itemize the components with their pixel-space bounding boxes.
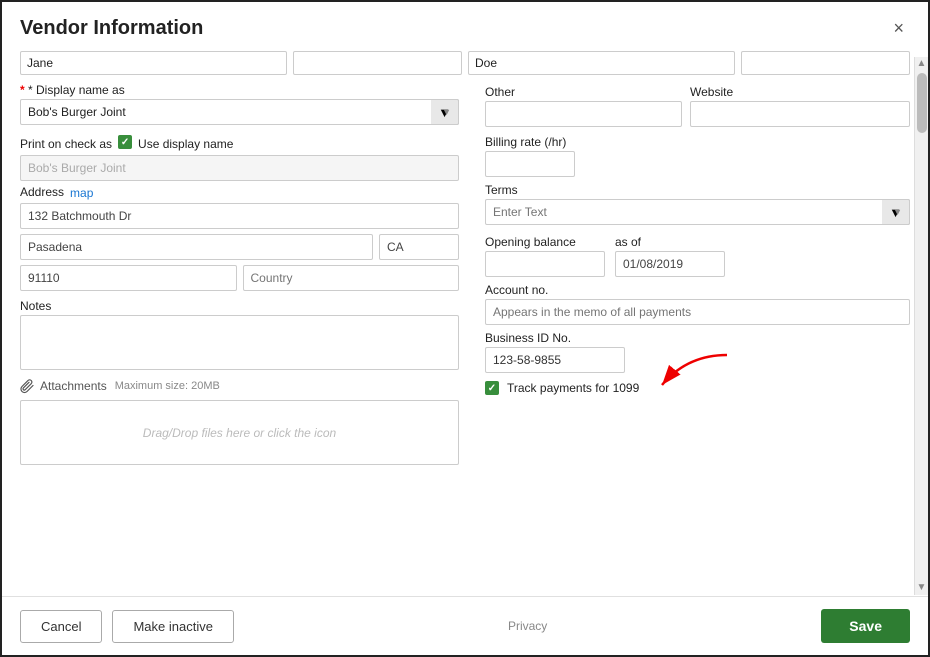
save-button[interactable]: Save <box>821 609 910 643</box>
city-state-row <box>20 234 459 260</box>
opening-balance-input[interactable] <box>485 251 605 277</box>
billing-rate-label: Billing rate (/hr) <box>485 135 910 149</box>
dialog-header: Vendor Information × <box>2 2 928 51</box>
print-on-check-label: Print on check as <box>20 137 112 151</box>
zip-input[interactable] <box>20 265 237 291</box>
use-display-name-label: Use display name <box>138 137 233 151</box>
other-label: Other <box>485 85 682 99</box>
display-name-label: * * Display name as <box>20 83 459 97</box>
attachments-label: Attachments <box>40 379 107 393</box>
first-name-field[interactable] <box>20 51 287 75</box>
terms-dropdown-arrow[interactable]: ▼ <box>882 199 910 225</box>
terms-select-wrapper[interactable]: ▼ <box>485 199 910 225</box>
left-column: * * Display name as ▼ Print on check as … <box>20 79 465 596</box>
country-input[interactable] <box>243 265 460 291</box>
billing-rate-input[interactable] <box>485 151 575 177</box>
scrollbar-thumb[interactable] <box>917 73 927 133</box>
other-website-row: Other Website <box>485 79 910 127</box>
business-id-input[interactable] <box>485 347 625 373</box>
terms-input[interactable] <box>485 199 910 225</box>
privacy-label: Privacy <box>508 619 547 633</box>
drop-zone-text: Drag/Drop files here or click the icon <box>143 426 336 440</box>
city-input[interactable] <box>20 234 373 260</box>
chevron-down-icon-terms: ▼ <box>889 205 902 220</box>
notes-textarea[interactable] <box>20 315 459 370</box>
right-column: Other Website Billing rate (/hr) Terms ▼ <box>483 79 910 596</box>
opening-balance-row: Opening balance as of <box>485 229 910 277</box>
notes-label: Notes <box>20 299 459 313</box>
print-on-check-row: Print on check as ✓ Use display name <box>20 131 459 153</box>
close-button[interactable]: × <box>887 16 910 41</box>
address-line1-input[interactable] <box>20 203 459 229</box>
scroll-up-arrow[interactable]: ▲ <box>917 57 927 71</box>
middle-name-field[interactable] <box>293 51 462 75</box>
account-no-input[interactable] <box>485 299 910 325</box>
print-on-check-input[interactable] <box>20 155 459 181</box>
suffix-field[interactable] <box>741 51 910 75</box>
track-checkmark-icon: ✓ <box>488 383 496 394</box>
cancel-button[interactable]: Cancel <box>20 610 102 643</box>
website-field-group: Website <box>690 79 910 127</box>
attachments-row: Attachments Maximum size: 20MB <box>20 378 459 394</box>
map-link[interactable]: map <box>70 186 93 200</box>
track-payments-row: ✓ Track payments for 1099 <box>485 381 910 395</box>
scroll-down-arrow[interactable]: ▼ <box>917 581 927 595</box>
scrollbar[interactable]: ▲ ▼ <box>914 57 928 595</box>
display-name-dropdown-arrow[interactable]: ▼ <box>431 99 459 125</box>
as-of-label: as of <box>615 235 725 249</box>
opening-balance-group: Opening balance <box>485 229 605 277</box>
footer-left-buttons: Cancel Make inactive <box>20 610 234 643</box>
dialog-title: Vendor Information <box>20 17 203 40</box>
zip-country-row <box>20 265 459 291</box>
state-input[interactable] <box>379 234 459 260</box>
as-of-input[interactable] <box>615 251 725 277</box>
dialog-footer: Cancel Make inactive Privacy Save <box>2 596 928 655</box>
vendor-information-dialog: Vendor Information × ▲ ▼ * * Display nam… <box>0 0 930 657</box>
opening-balance-label: Opening balance <box>485 235 605 249</box>
account-no-label: Account no. <box>485 283 910 297</box>
as-of-group: as of <box>615 229 725 277</box>
website-label: Website <box>690 85 910 99</box>
website-input[interactable] <box>690 101 910 127</box>
terms-label: Terms <box>485 183 910 197</box>
chevron-down-icon: ▼ <box>438 105 451 120</box>
last-name-field[interactable] <box>468 51 735 75</box>
track-payments-checkbox[interactable]: ✓ <box>485 381 499 395</box>
max-size-label: Maximum size: 20MB <box>115 380 220 392</box>
address-label-row: Address map <box>20 185 459 201</box>
address-label: Address <box>20 185 64 199</box>
other-field-group: Other <box>485 79 682 127</box>
display-name-input[interactable] <box>20 99 459 125</box>
attachment-icon: Attachments <box>20 378 107 394</box>
business-id-label: Business ID No. <box>485 331 910 345</box>
use-display-name-checkbox[interactable]: ✓ <box>118 135 132 149</box>
drop-zone[interactable]: Drag/Drop files here or click the icon <box>20 400 459 465</box>
dialog-body: * * Display name as ▼ Print on check as … <box>2 79 928 596</box>
checkmark-icon: ✓ <box>121 137 129 148</box>
other-input[interactable] <box>485 101 682 127</box>
make-inactive-button[interactable]: Make inactive <box>112 610 233 643</box>
footer-privacy: Privacy <box>234 619 821 633</box>
display-name-select-wrapper[interactable]: ▼ <box>20 99 459 125</box>
name-fields-row <box>2 51 928 79</box>
track-payments-label: Track payments for 1099 <box>507 381 639 395</box>
